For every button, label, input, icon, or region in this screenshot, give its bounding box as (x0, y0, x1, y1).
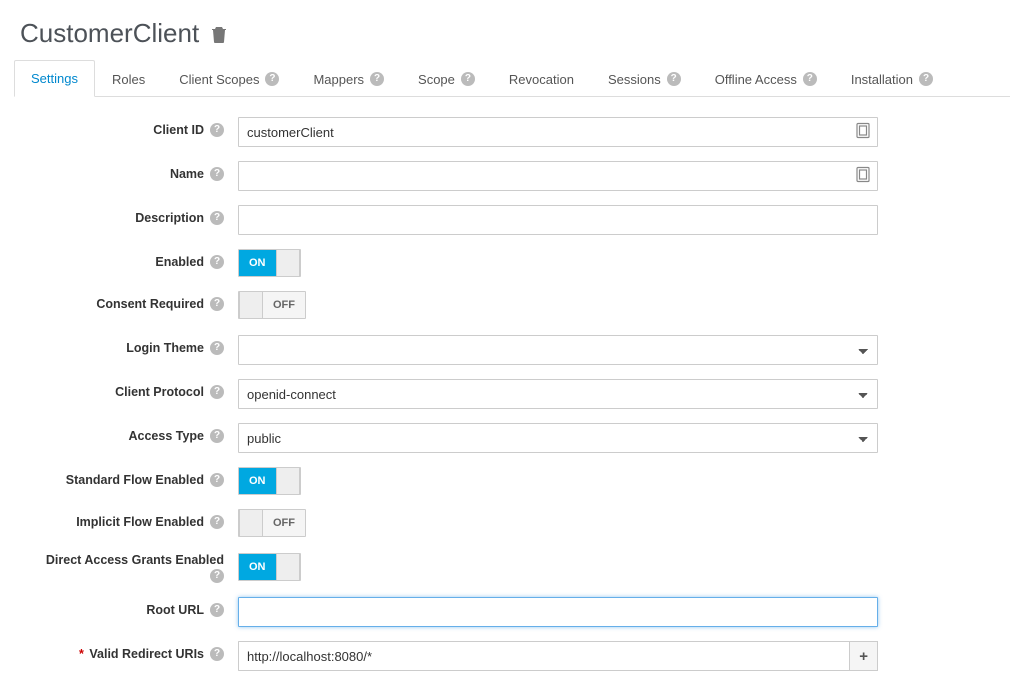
valid-redirect-input[interactable] (238, 641, 849, 671)
login-theme-select[interactable] (238, 335, 878, 365)
label-login-theme: Login Theme ? (28, 335, 238, 355)
help-icon[interactable]: ? (210, 569, 224, 583)
label-standard-flow: Standard Flow Enabled ? (28, 467, 238, 487)
settings-form: Client ID ? Name ? Description ? (14, 97, 1010, 695)
standard-flow-toggle[interactable]: ON (238, 467, 301, 495)
tab-sessions[interactable]: Sessions? (591, 60, 698, 97)
client-id-input[interactable] (238, 117, 878, 147)
help-icon[interactable]: ? (803, 72, 817, 86)
help-icon[interactable]: ? (210, 211, 224, 225)
help-icon[interactable]: ? (210, 429, 224, 443)
add-redirect-button[interactable]: + (849, 641, 878, 671)
help-icon[interactable]: ? (667, 72, 681, 86)
label-name: Name ? (28, 161, 238, 181)
help-icon[interactable]: ? (370, 72, 384, 86)
help-icon[interactable]: ? (210, 167, 224, 181)
tab-scope[interactable]: Scope? (401, 60, 492, 97)
help-icon[interactable]: ? (919, 72, 933, 86)
label-valid-redirect: * Valid Redirect URIs ? (28, 641, 238, 661)
page-title: CustomerClient (20, 18, 199, 49)
description-input[interactable] (238, 205, 878, 235)
help-icon[interactable]: ? (210, 385, 224, 399)
help-icon[interactable]: ? (210, 647, 224, 661)
label-direct-access: Direct Access Grants Enabled ? (28, 553, 238, 583)
tabs: SettingsRolesClient Scopes?Mappers?Scope… (14, 59, 1010, 97)
help-icon[interactable]: ? (210, 473, 224, 487)
root-url-input[interactable] (238, 597, 878, 627)
client-protocol-select[interactable]: openid-connect (238, 379, 878, 409)
label-root-url: Root URL ? (28, 597, 238, 617)
tab-settings[interactable]: Settings (14, 60, 95, 97)
label-client-protocol: Client Protocol ? (28, 379, 238, 399)
page-header: CustomerClient (20, 18, 1010, 49)
label-client-id: Client ID ? (28, 117, 238, 137)
implicit-flow-toggle[interactable]: OFF (238, 509, 306, 537)
name-input[interactable] (238, 161, 878, 191)
tab-client-scopes[interactable]: Client Scopes? (162, 60, 296, 97)
help-icon[interactable]: ? (461, 72, 475, 86)
enabled-toggle[interactable]: ON (238, 249, 301, 277)
help-icon[interactable]: ? (210, 255, 224, 269)
help-icon[interactable]: ? (210, 603, 224, 617)
help-icon[interactable]: ? (210, 123, 224, 137)
help-icon[interactable]: ? (210, 297, 224, 311)
tab-roles[interactable]: Roles (95, 60, 162, 97)
label-consent-required: Consent Required ? (28, 291, 238, 311)
tab-installation[interactable]: Installation? (834, 60, 950, 97)
access-type-select[interactable]: public (238, 423, 878, 453)
direct-access-toggle[interactable]: ON (238, 553, 301, 581)
label-description: Description ? (28, 205, 238, 225)
label-implicit-flow: Implicit Flow Enabled ? (28, 509, 238, 529)
help-icon[interactable]: ? (210, 341, 224, 355)
tab-offline-access[interactable]: Offline Access? (698, 60, 834, 97)
label-enabled: Enabled ? (28, 249, 238, 269)
label-access-type: Access Type ? (28, 423, 238, 443)
tab-mappers[interactable]: Mappers? (296, 60, 401, 97)
delete-icon[interactable] (211, 25, 227, 43)
consent-required-toggle[interactable]: OFF (238, 291, 306, 319)
help-icon[interactable]: ? (210, 515, 224, 529)
tab-revocation[interactable]: Revocation (492, 60, 591, 97)
help-icon[interactable]: ? (265, 72, 279, 86)
